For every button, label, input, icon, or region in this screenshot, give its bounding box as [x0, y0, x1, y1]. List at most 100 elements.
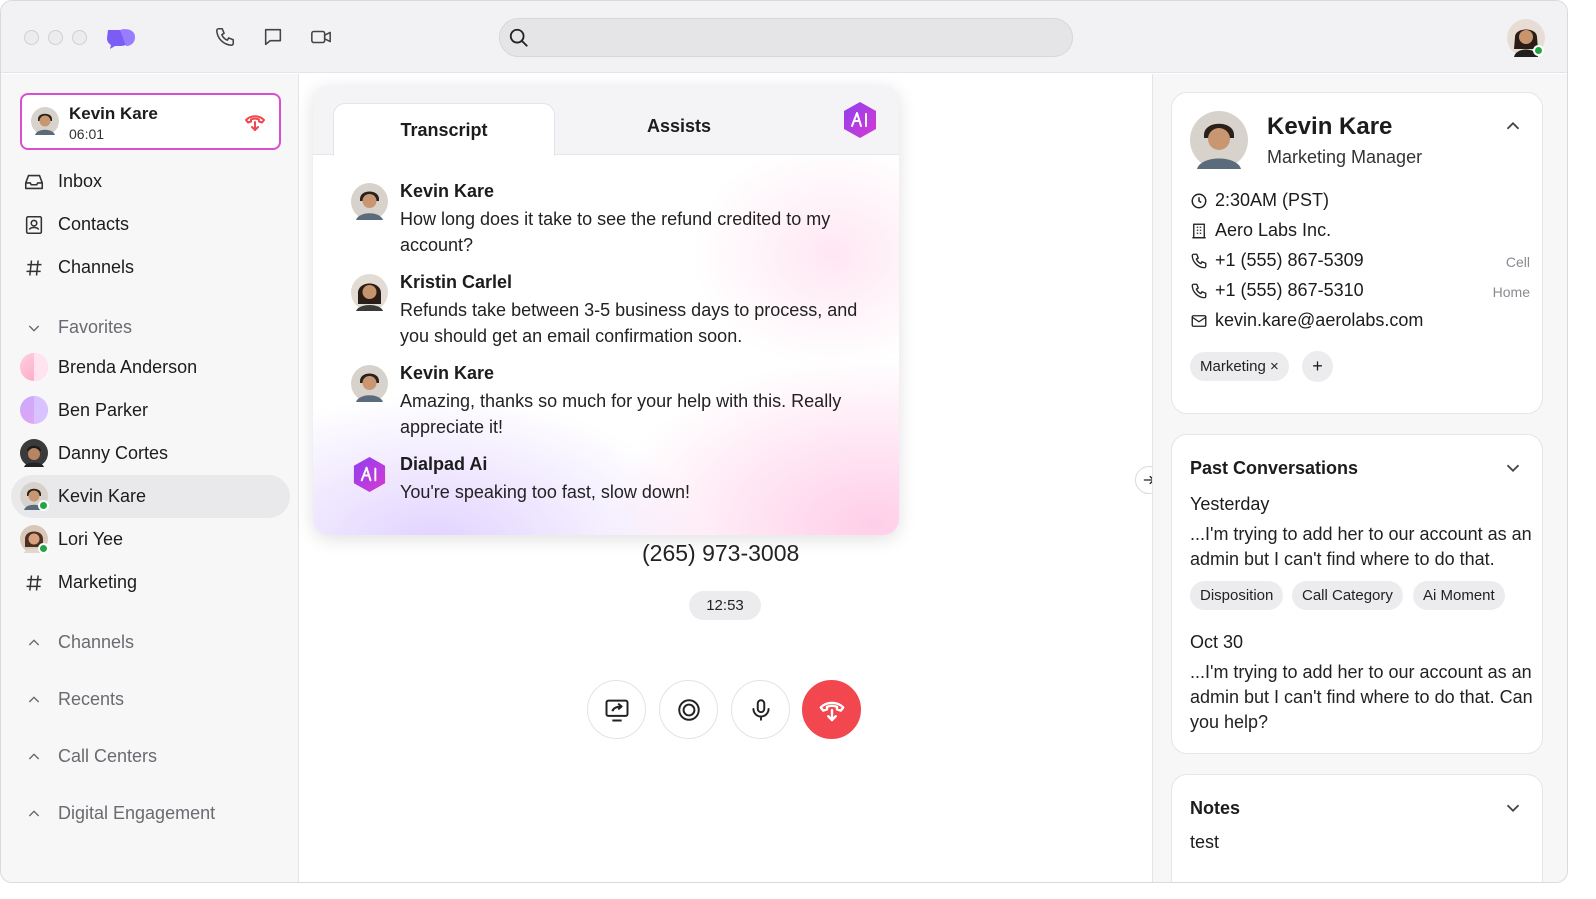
presence-indicator — [38, 543, 49, 554]
contact-phone-home[interactable]: +1 (555) 867-5310 Home — [1190, 279, 1530, 303]
contact-email[interactable]: kevin.kare@aerolabs.com — [1190, 309, 1530, 333]
sidebar-item-label: Channels — [58, 257, 135, 277]
hang-up-icon[interactable] — [243, 110, 267, 134]
sidebar-item-inbox[interactable]: Inbox — [11, 160, 290, 203]
sidebar-item-brenda-anderson[interactable]: Brenda Anderson — [11, 346, 290, 389]
sidebar-item-label: Kevin Kare — [58, 486, 147, 506]
active-call-duration: 06:01 — [69, 126, 105, 142]
window-close-button[interactable] — [24, 30, 39, 45]
phone-number: +1 (555) 867-5310 — [1215, 280, 1364, 300]
avatar — [351, 274, 388, 311]
email-text: kevin.kare@aerolabs.com — [1215, 310, 1424, 330]
message-text: Amazing, thanks so much for your help wi… — [400, 391, 842, 437]
end-call-button[interactable] — [802, 680, 861, 739]
card-title: Past Conversations — [1190, 458, 1359, 478]
sidebar-item-label: Lori Yee — [58, 529, 124, 549]
avatar — [1190, 111, 1248, 169]
message-text: You're speaking too fast, slow down! — [400, 482, 690, 502]
chip-disposition[interactable]: Disposition — [1190, 581, 1284, 610]
dialpad-logo — [107, 29, 135, 49]
card-title: Notes — [1190, 798, 1241, 818]
favorites-section-toggle[interactable]: Favorites — [11, 306, 290, 349]
caller-phone-number: (265) 973-3008 — [642, 540, 800, 566]
chevron-down-icon[interactable] — [1502, 457, 1524, 479]
sidebar-item-label: Contacts — [58, 214, 130, 234]
phone-type: Home — [1492, 284, 1530, 300]
contact-sidebar: Kevin Kare Marketing Manager 2:30AM (PST… — [1152, 74, 1567, 882]
clock-icon — [1191, 193, 1207, 209]
conversation-snippet[interactable]: ...I'm trying to add her to our account … — [1190, 660, 1535, 735]
chevron-up-icon — [22, 688, 46, 712]
sidebar-item-ben-parker[interactable]: Ben Parker — [11, 389, 290, 432]
sidebar-item-label: Ben Parker — [58, 400, 149, 420]
conversation-date: Yesterday — [1190, 494, 1270, 514]
mute-button[interactable] — [731, 680, 790, 739]
chip-call-category[interactable]: Call Category — [1292, 581, 1403, 610]
sidebar-item-label: Brenda Anderson — [58, 357, 198, 377]
message-text: Refunds take between 3-5 business days t… — [400, 300, 858, 346]
call-view: Transcript Assists Kevin Kare How long d… — [300, 74, 1163, 882]
message-author: Dialpad Ai — [400, 454, 488, 474]
avatar — [20, 353, 48, 381]
contact-phone-cell[interactable]: +1 (555) 867-5309 Cell — [1190, 249, 1530, 273]
phone-icon[interactable] — [213, 25, 237, 49]
ai-badge-icon[interactable] — [842, 101, 878, 139]
avatar — [20, 396, 48, 424]
local-time-text: 2:30AM (PST) — [1215, 190, 1330, 210]
sidebar-item-marketing[interactable]: Marketing — [11, 561, 290, 604]
share-screen-button[interactable] — [587, 680, 646, 739]
add-tag-button[interactable]: + — [1302, 351, 1333, 382]
end-call-icon — [819, 701, 844, 721]
message-author: Kevin Kare — [400, 363, 495, 383]
notes-card: Notes test — [1171, 774, 1543, 882]
search-input[interactable] — [536, 19, 1056, 56]
message-author: Kristin Carlel — [400, 272, 513, 292]
tab-transcript[interactable]: Transcript — [333, 103, 555, 156]
avatar — [31, 107, 59, 135]
sidebar-item-channels[interactable]: Channels — [11, 246, 290, 289]
window-zoom-button[interactable] — [72, 30, 87, 45]
section-label: Channels — [58, 632, 135, 652]
conversation-date: Oct 30 — [1190, 632, 1244, 652]
mail-icon — [1191, 315, 1207, 327]
chevron-up-icon — [22, 631, 46, 655]
chat-icon[interactable] — [261, 25, 285, 49]
tab-bar: Transcript Assists — [313, 85, 899, 156]
user-avatar[interactable] — [1507, 19, 1545, 57]
top-bar — [1, 1, 1567, 73]
chevron-up-icon[interactable] — [1502, 115, 1524, 137]
tag-chip-marketing[interactable]: Marketing × — [1190, 352, 1289, 381]
channels-section-toggle[interactable]: Channels — [11, 621, 290, 664]
recents-section-toggle[interactable]: Recents — [11, 678, 290, 721]
sidebar-item-lori-yee[interactable]: Lori Yee — [11, 518, 290, 561]
record-button[interactable] — [659, 680, 718, 739]
search-icon — [509, 28, 528, 47]
phone-icon — [1191, 283, 1207, 299]
phone-number: +1 (555) 867-5309 — [1215, 250, 1364, 270]
past-conversations-card: Past Conversations Yesterday ...I'm tryi… — [1171, 434, 1543, 754]
sidebar-item-danny-cortes[interactable]: Danny Cortes — [11, 432, 290, 475]
phone-icon — [1191, 253, 1207, 269]
phone-type: Cell — [1505, 254, 1530, 270]
app-window: Kevin Kare 06:01 Inbox Contacts Channels — [0, 0, 1568, 883]
avatar — [351, 183, 388, 220]
video-icon[interactable] — [309, 25, 333, 49]
sidebar-item-contacts[interactable]: Contacts — [11, 203, 290, 246]
window-minimize-button[interactable] — [48, 30, 63, 45]
active-call-card[interactable]: Kevin Kare 06:01 — [20, 93, 281, 150]
notes-text[interactable]: test — [1190, 832, 1219, 853]
contacts-icon — [22, 213, 46, 237]
microphone-icon — [751, 698, 770, 721]
message-text: How long does it take to see the refund … — [400, 209, 831, 255]
chevron-down-icon[interactable] — [1502, 797, 1524, 819]
contact-name: Kevin Kare — [1267, 113, 1393, 140]
tab-assists[interactable]: Assists — [561, 100, 797, 153]
call-centers-section-toggle[interactable]: Call Centers — [11, 735, 290, 778]
message-author: Kevin Kare — [400, 181, 495, 201]
chevron-up-icon — [22, 745, 46, 769]
sidebar-item-kevin-kare[interactable]: Kevin Kare — [11, 475, 290, 518]
search-bar[interactable] — [499, 18, 1073, 57]
chip-ai-moment[interactable]: Ai Moment — [1413, 581, 1505, 610]
conversation-snippet[interactable]: ...I'm trying to add her to our account … — [1190, 522, 1535, 572]
digital-engagement-section-toggle[interactable]: Digital Engagement — [11, 792, 290, 835]
